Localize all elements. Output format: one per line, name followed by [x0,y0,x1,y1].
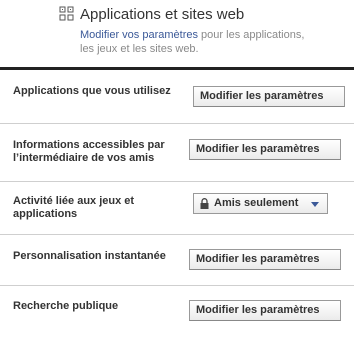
row-label-applications: Applications que vous utilisez [13,85,171,97]
page-title: Applications et sites web [80,6,245,23]
modify-settings-link[interactable]: Modifier vos paramètres [80,29,198,41]
row-separator [0,181,354,182]
edit-settings-button-friends-info[interactable]: Modifier les paramètres [189,139,341,160]
row-label-game-activity: Activité liée aux jeux et applications [13,195,135,220]
row-separator [0,123,354,124]
section-header: Applications et sites web Modifier vos p… [0,0,354,66]
header-divider [0,67,354,70]
applications-icon [59,6,74,21]
edit-settings-button-public-search[interactable]: Modifier les paramètres [189,300,341,321]
edit-settings-button-applications[interactable]: Modifier les paramètres [193,86,345,107]
row-label-public-search: Recherche publique [13,300,119,312]
lock-icon [200,198,209,209]
row-label-instant-personalization: Personnalisation instantanée [13,250,166,262]
edit-settings-button-instant-personalization[interactable]: Modifier les paramètres [189,249,341,270]
chevron-down-icon [311,202,319,207]
row-separator [0,285,354,286]
privacy-dropdown-game-activity[interactable]: Amis seulement [193,193,328,214]
row-label-friends-info: Informations accessibles par l’intermédi… [13,139,165,164]
row-separator [0,234,354,235]
header-description: Modifier vos paramètres pour les applica… [80,28,320,56]
dropdown-selected-value: Amis seulement [214,197,299,209]
